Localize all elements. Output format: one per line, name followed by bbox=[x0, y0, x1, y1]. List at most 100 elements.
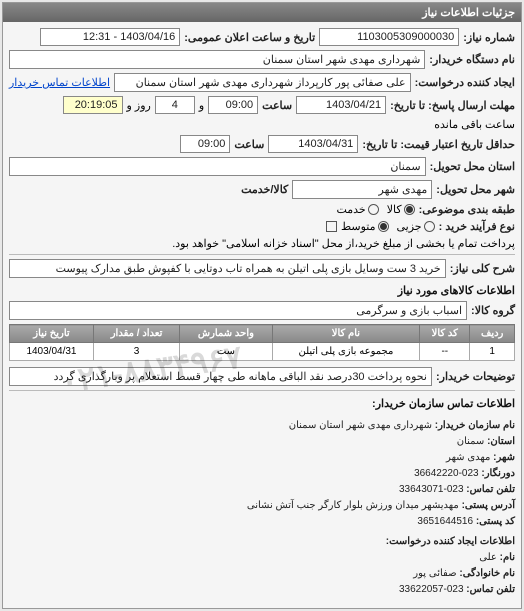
radio-khedmat-label: خدمت bbox=[336, 203, 365, 216]
radio-khedmat bbox=[368, 204, 379, 215]
validity-date: 1403/04/31 bbox=[268, 135, 358, 153]
days-remaining: 4 bbox=[155, 96, 195, 114]
time-label-2: ساعت bbox=[234, 138, 264, 151]
contact-address: آدرس پستی: مهدیشهر میدان ورزش بلوار کارگ… bbox=[9, 498, 515, 514]
separator-2 bbox=[9, 390, 515, 391]
org-name-label: نام سازمان خریدار: bbox=[435, 420, 515, 431]
td-date: 1403/04/31 bbox=[10, 343, 94, 361]
goods-table: ردیف کد کالا نام کالا واحد شمارش تعداد /… bbox=[9, 324, 515, 361]
td-unit: ست bbox=[180, 343, 272, 361]
buyer-note-value: نحوه پرداخت 30درصد نقد الباقی ماهانه طی … bbox=[9, 367, 432, 386]
td-code: -- bbox=[420, 343, 470, 361]
c-phone-label: تلفن تماس: bbox=[466, 484, 515, 495]
td-name: مجموعه بازی پلی اتیلن bbox=[272, 343, 420, 361]
purchase-type-label: نوع فرآیند خرید : bbox=[439, 220, 515, 233]
c-city-label: شهر: bbox=[493, 452, 515, 463]
c-postal-label: کد پستی: bbox=[476, 516, 515, 527]
need-number-label: شماره نیاز: bbox=[463, 31, 515, 44]
contact-fax: دورنگار: 023-36642220 bbox=[9, 466, 515, 482]
c-lname: صفائی پور bbox=[413, 568, 456, 579]
panel-header: جزئیات اطلاعات نیاز bbox=[3, 3, 521, 22]
city-value: مهدی شهر bbox=[292, 180, 432, 199]
goods-service-label: کالا/خدمت bbox=[241, 183, 288, 196]
need-desc-value: خرید 3 ست وسایل بازی پلی اتیلن به همراه … bbox=[9, 259, 446, 278]
c-fname: علی bbox=[479, 552, 497, 563]
contact-block: نام سازمان خریدار: شهرداری مهدی شهر استا… bbox=[9, 414, 515, 602]
requester-section-title: اطلاعات ایجاد کننده درخواست: bbox=[9, 534, 515, 550]
days-suffix: روز و bbox=[127, 99, 151, 112]
purchase-radio-group: جزیی متوسط bbox=[341, 220, 435, 233]
class-label: طبقه بندی موضوعی: bbox=[419, 203, 515, 216]
c-phone2: 023-33622057 bbox=[399, 584, 464, 595]
province-value: سمنان bbox=[9, 157, 426, 176]
radio-jozei bbox=[424, 221, 435, 232]
announce-date-label: تاریخ و ساعت اعلان عمومی: bbox=[184, 31, 315, 44]
buyer-device-label: نام دستگاه خریدار: bbox=[429, 53, 515, 66]
td-qty: 3 bbox=[93, 343, 179, 361]
buyer-contact-link[interactable]: اطلاعات تماس خریدار bbox=[9, 76, 110, 89]
th-date: تاریخ نیاز bbox=[10, 325, 94, 343]
c-fax: 023-36642220 bbox=[414, 468, 479, 479]
need-number-value: 1103005309000030 bbox=[319, 28, 459, 46]
row-purchase-type: نوع فرآیند خرید : جزیی متوسط پرداخت تمام… bbox=[9, 220, 515, 250]
radio-jozei-label: جزیی bbox=[397, 220, 422, 233]
city-label: شهر محل تحویل: bbox=[436, 183, 515, 196]
goods-group-value: اسباب بازی و سرگرمی bbox=[9, 301, 467, 320]
contact-lastname: نام خانوادگی: صفائی پور bbox=[9, 566, 515, 582]
deadline-time: 09:00 bbox=[208, 96, 258, 114]
panel-title: جزئیات اطلاعات نیاز bbox=[422, 7, 515, 19]
contact-province: استان: سمنان bbox=[9, 434, 515, 450]
c-fax-label: دورنگار: bbox=[481, 468, 515, 479]
buyer-device-value: شهرداری مهدی شهر استان سمنان bbox=[9, 50, 425, 69]
row-buyer-device: نام دستگاه خریدار: شهرداری مهدی شهر استا… bbox=[9, 50, 515, 69]
th-code: کد کالا bbox=[420, 325, 470, 343]
org-name: شهرداری مهدی شهر استان سمنان bbox=[289, 420, 432, 431]
goods-group-label: گروه کالا: bbox=[471, 304, 515, 317]
row-need-desc: شرح کلی نیاز: خرید 3 ست وسایل بازی پلی ا… bbox=[9, 259, 515, 278]
requester-label: ایجاد کننده درخواست: bbox=[415, 76, 515, 89]
row-requester: ایجاد کننده درخواست: علی صفائی پور کارپر… bbox=[9, 73, 515, 92]
validity-time: 09:00 bbox=[180, 135, 230, 153]
row-need-number: شماره نیاز: 1103005309000030 تاریخ و ساع… bbox=[9, 28, 515, 46]
time-suffix: ساعت باقی مانده bbox=[434, 118, 515, 131]
table-header-row: ردیف کد کالا نام کالا واحد شمارش تعداد /… bbox=[10, 325, 515, 343]
th-idx: ردیف bbox=[470, 325, 515, 343]
radio-kala-label: کالا bbox=[387, 203, 402, 216]
contact-firstname: نام: علی bbox=[9, 550, 515, 566]
c-phone: 023-33643071 bbox=[399, 484, 464, 495]
c-province: سمنان bbox=[457, 436, 485, 447]
buyer-note-label: توضیحات خریدار: bbox=[436, 370, 515, 383]
deadline-date: 1403/04/21 bbox=[296, 96, 386, 114]
details-panel: جزئیات اطلاعات نیاز شماره نیاز: 11030053… bbox=[2, 2, 522, 609]
goods-info-title: اطلاعات کالاهای مورد نیاز bbox=[9, 284, 515, 297]
row-goods-group: گروه کالا: اسباب بازی و سرگرمی bbox=[9, 301, 515, 320]
deadline-label: مهلت ارسال پاسخ: تا تاریخ: bbox=[390, 99, 515, 112]
payment-checkbox[interactable] bbox=[326, 221, 337, 232]
th-name: نام کالا bbox=[272, 325, 420, 343]
need-desc-label: شرح کلی نیاز: bbox=[450, 262, 515, 275]
announce-date-value: 1403/04/16 - 12:31 bbox=[40, 28, 180, 46]
requester-value: علی صفائی پور کارپرداز شهرداری مهدی شهر … bbox=[114, 73, 411, 92]
row-validity: حداقل تاریخ اعتبار قیمت: تا تاریخ: 1403/… bbox=[9, 135, 515, 153]
c-fname-label: نام: bbox=[500, 552, 515, 563]
time-remaining: 20:19:05 bbox=[63, 96, 123, 114]
table-row: 1 -- مجموعه بازی پلی اتیلن ست 3 1403/04/… bbox=[10, 343, 515, 361]
validity-label: حداقل تاریخ اعتبار قیمت: تا تاریخ: bbox=[362, 138, 515, 151]
row-city: شهر محل تحویل: مهدی شهر کالا/خدمت bbox=[9, 180, 515, 199]
radio-item-kala[interactable]: کالا bbox=[387, 203, 415, 216]
contact-org: نام سازمان خریدار: شهرداری مهدی شهر استا… bbox=[9, 418, 515, 434]
radio-motavasset bbox=[378, 221, 389, 232]
td-idx: 1 bbox=[470, 343, 515, 361]
contact-phone2: تلفن تماس: 023-33622057 bbox=[9, 582, 515, 598]
contact-phone: تلفن تماس: 023-33643071 bbox=[9, 482, 515, 498]
contact-section-title: اطلاعات تماس سازمان خریدار: bbox=[9, 397, 515, 410]
row-province: استان محل تحویل: سمنان bbox=[9, 157, 515, 176]
c-province-label: استان: bbox=[487, 436, 515, 447]
radio-item-motavasset[interactable]: متوسط bbox=[341, 220, 389, 233]
panel-body: شماره نیاز: 1103005309000030 تاریخ و ساع… bbox=[3, 22, 521, 608]
radio-item-khedmat[interactable]: خدمت bbox=[336, 203, 378, 216]
th-unit: واحد شمارش bbox=[180, 325, 272, 343]
c-postal: 3651644516 bbox=[417, 516, 473, 527]
c-address: مهدیشهر میدان ورزش بلوار کارگر جنب آتش ن… bbox=[247, 500, 459, 511]
radio-item-jozei[interactable]: جزیی bbox=[397, 220, 435, 233]
